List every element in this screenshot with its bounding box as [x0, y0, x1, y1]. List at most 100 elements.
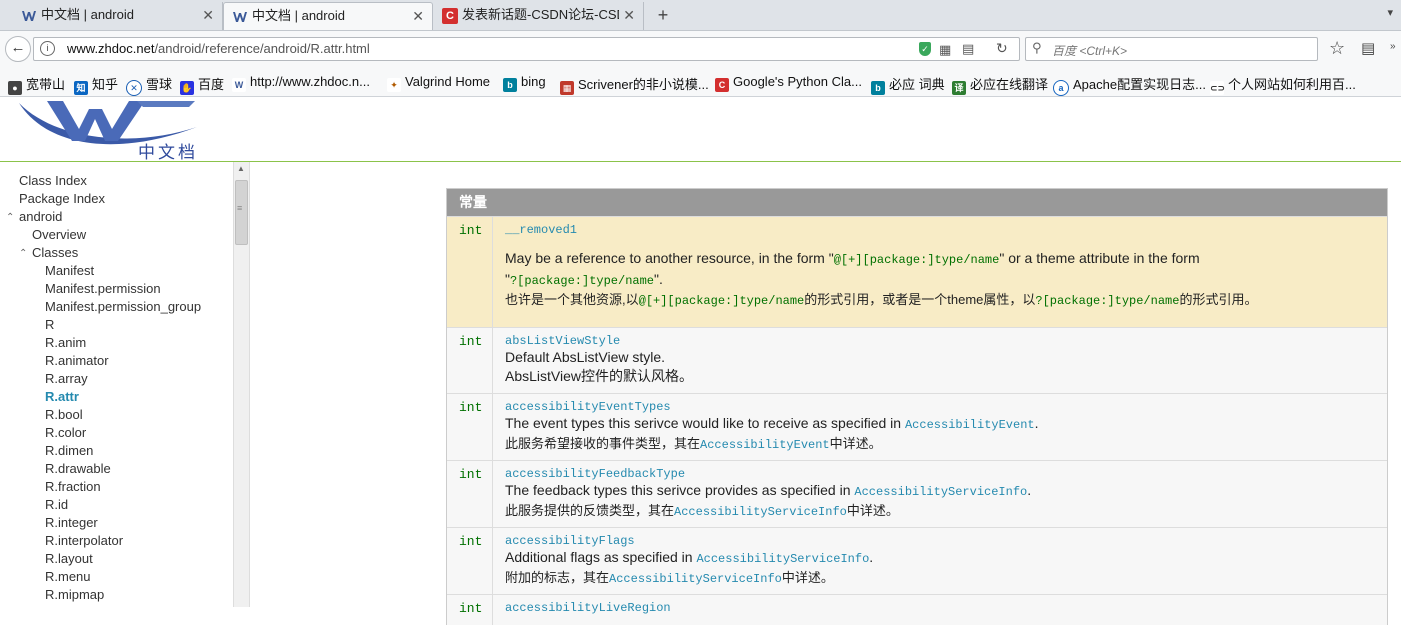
shield-icon[interactable]: ✓ [919, 42, 931, 56]
sidebar-item-class-index[interactable]: Class Index [19, 172, 87, 190]
site-header [0, 97, 1401, 162]
class-link[interactable]: AccessibilityServiceInfo [674, 505, 847, 519]
scroll-grip-icon: ≡ [237, 203, 243, 213]
description-en: The feedback types this serivce provides… [505, 481, 1375, 502]
close-tab-icon[interactable]: ✕ [202, 2, 214, 28]
description-en: Additional flags as specified in Accessi… [505, 548, 1375, 569]
sidebar-item-r-array[interactable]: R.array [45, 370, 88, 388]
sidebar-nav: Class Index Package Index ⌃ android Over… [0, 162, 233, 607]
sidebar-item-package-index[interactable]: Package Index [19, 190, 105, 208]
bookmark-label: Valgrind Home [405, 74, 491, 89]
class-link[interactable]: AccessibilityEvent [700, 438, 830, 452]
close-tab-icon[interactable]: ✕ [619, 2, 635, 28]
reload-icon[interactable]: ↻ [996, 40, 1008, 57]
csdn-favicon-icon: C [442, 8, 458, 24]
sidebar-item-r-interpolator[interactable]: R.interpolator [45, 532, 123, 550]
bookmark-item[interactable]: 知知乎 [74, 74, 118, 95]
car-icon: ● [8, 81, 22, 95]
back-arrow-icon[interactable]: ← [5, 36, 31, 62]
description-cell: accessibilityLiveRegion [493, 595, 1387, 621]
tab-title: 发表新话题-CSDN论坛-CSDN [462, 7, 636, 22]
info-icon[interactable]: i [40, 41, 55, 56]
bookmark-label: 必应 词典 [889, 77, 945, 92]
tab-list-chevron-icon[interactable]: ▾ [1387, 6, 1393, 19]
bookmark-item[interactable]: 译必应在线翻译 [952, 74, 1048, 95]
sidebar-item-manifest-permission-group[interactable]: Manifest.permission_group [45, 298, 201, 316]
new-tab-button[interactable]: + [652, 2, 674, 28]
bookmark-item[interactable]: b bing [503, 74, 546, 92]
url-text[interactable]: www.zhdoc.net/android/reference/android/… [67, 41, 370, 56]
bookmark-label: Google's Python Cla... [733, 74, 862, 89]
bookmark-item[interactable]: ✕ 雪球 [126, 74, 172, 96]
sidebar-item-r-fraction[interactable]: R.fraction [45, 478, 101, 496]
description-cell: accessibilityEventTypes The event types … [493, 394, 1387, 460]
bookmarks-menu-icon[interactable]: ▤ [1361, 39, 1375, 57]
sidebar-item-classes[interactable]: Classes [32, 244, 78, 262]
constant-name-link[interactable]: accessibilityEventTypes [505, 400, 1375, 414]
table-row: int accessibilityLiveRegion [447, 594, 1387, 625]
bookmark-item[interactable]: C Google's Python Cla... [715, 74, 862, 92]
sidebar-item-r-attr[interactable]: R.attr [45, 388, 79, 406]
tab-zhdoc-2[interactable]: 中文档 | android ✕ [223, 2, 433, 30]
reader-view-icon[interactable]: ▤ [962, 41, 974, 57]
sidebar-item-r-integer[interactable]: R.integer [45, 514, 98, 532]
class-link[interactable]: AccessibilityServiceInfo [609, 572, 782, 586]
search-box[interactable]: ⚲ 百度 <Ctrl+K> [1025, 37, 1318, 61]
sidebar-item-r-layout[interactable]: R.layout [45, 550, 93, 568]
bookmark-item[interactable]: ✦ Valgrind Home [387, 74, 490, 92]
sidebar-item-r-color[interactable]: R.color [45, 424, 86, 442]
type-cell: int [447, 461, 493, 527]
sidebar-item-r-dimen[interactable]: R.dimen [45, 442, 93, 460]
constant-name-link[interactable]: accessibilityFeedbackType [505, 467, 1375, 481]
qr-code-icon[interactable]: ▦ [939, 42, 951, 58]
snowball-icon: ✕ [126, 80, 142, 96]
address-bar[interactable]: i www.zhdoc.net/android/reference/androi… [33, 37, 1020, 61]
tab-bar: 中文档 | android ✕ 中文档 | android ✕ C 发表新话题-… [0, 0, 1401, 31]
bookmark-item[interactable]: ▦ Scrivener的非小说模... [560, 74, 709, 95]
bookmarks-bar: ● 宽带山 知知乎 ✕ 雪球 ✋ 百度 Whttp://www.zhdoc.n... … [0, 67, 1401, 97]
sidebar-item-android[interactable]: android [19, 208, 62, 226]
description-cn: 此服务提供的反馈类型，其在AccessibilityServiceInfo中详述… [505, 502, 1375, 521]
type-cell: int [447, 217, 493, 327]
class-link[interactable]: AccessibilityEvent [905, 418, 1035, 432]
sidebar-item-r-menu[interactable]: R.menu [45, 568, 91, 586]
sidebar-item-manifest-permission[interactable]: Manifest.permission [45, 280, 161, 298]
sidebar-item-r-mipmap[interactable]: R.mipmap [45, 586, 104, 604]
description-en: Default AbsListView style. [505, 349, 666, 365]
bookmark-item[interactable]: b 必应 词典 [871, 74, 945, 95]
sidebar-item-r-drawable[interactable]: R.drawable [45, 460, 111, 478]
sidebar-item-r-id[interactable]: R.id [45, 496, 68, 514]
class-link[interactable]: AccessibilityServiceInfo [854, 485, 1027, 499]
constant-name-link[interactable]: __removed1 [505, 223, 1375, 237]
sidebar-item-r-anim[interactable]: R.anim [45, 334, 86, 352]
sidebar-item-r[interactable]: R [45, 316, 54, 334]
sidebar-item-manifest[interactable]: Manifest [45, 262, 94, 280]
desc-text: 中详述。 [846, 503, 899, 518]
description-cn: 也许是一个其他资源,以@[+][package:]type/name的形式引用，… [505, 291, 1375, 310]
tab-csdn[interactable]: C 发表新话题-CSDN论坛-CSDN ✕ [434, 2, 644, 30]
desc-text: 附加的标志，其在 [505, 570, 610, 585]
collapse-triangle-icon[interactable]: ⌃ [6, 212, 14, 223]
collapse-triangle-icon[interactable]: ⌃ [19, 248, 27, 259]
constant-name-link[interactable]: absListViewStyle [505, 334, 1375, 348]
tab-zhdoc-1[interactable]: 中文档 | android ✕ [13, 2, 223, 30]
scroll-up-arrow-icon[interactable]: ▲ [237, 164, 245, 173]
overflow-menu-icon[interactable]: » [1390, 41, 1396, 52]
bookmark-star-icon[interactable]: ☆ [1329, 38, 1345, 59]
url-path: /android/reference/android/R.attr.html [154, 41, 370, 56]
bookmark-item[interactable]: a Apache配置实现日志... [1053, 74, 1206, 96]
sidebar-item-r-bool[interactable]: R.bool [45, 406, 83, 424]
bookmark-item[interactable]: ⊂⊃ 个人网站如何利用百... [1210, 74, 1356, 95]
bookmark-item[interactable]: ✋ 百度 [180, 74, 224, 95]
class-link[interactable]: AccessibilityServiceInfo [696, 552, 869, 566]
bookmark-item[interactable]: Whttp://www.zhdoc.n... [232, 74, 370, 92]
bookmark-item[interactable]: ● 宽带山 [8, 74, 65, 95]
constant-name-link[interactable]: accessibilityFlags [505, 534, 1375, 548]
constant-name-link[interactable]: accessibilityLiveRegion [505, 601, 1375, 615]
reference-form: @[+][package:]type/name [638, 294, 805, 308]
close-tab-icon[interactable]: ✕ [412, 3, 424, 29]
sidebar-item-r-animator[interactable]: R.animator [45, 352, 109, 370]
desc-text: 的形式引用。 [1179, 292, 1258, 307]
search-placeholder: 百度 <Ctrl+K> [1052, 44, 1128, 58]
sidebar-item-overview[interactable]: Overview [32, 226, 86, 244]
